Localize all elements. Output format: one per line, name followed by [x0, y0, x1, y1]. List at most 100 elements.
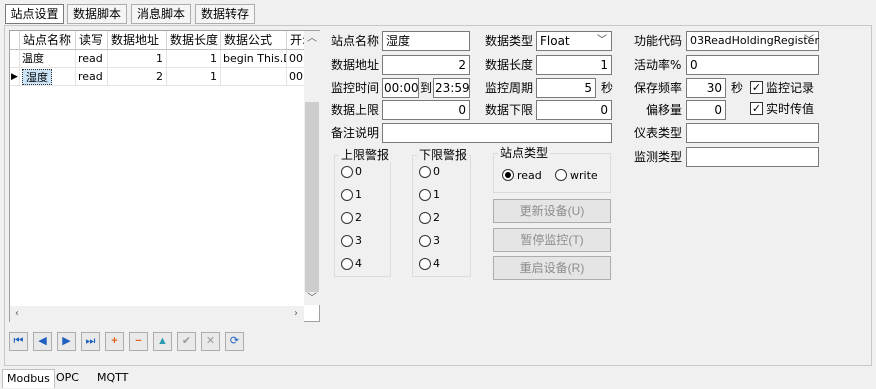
table-cell-formula[interactable]: [221, 68, 287, 86]
data-type-select[interactable]: Float ﹀: [536, 31, 612, 51]
upper-alarm-radio-4[interactable]: [341, 258, 353, 270]
edit-record-icon[interactable]: ▲: [153, 332, 172, 351]
station-name-label: 站点名称: [331, 34, 380, 48]
col-header-rw[interactable]: 读写: [76, 31, 108, 50]
restart-device-button[interactable]: 重启设备(R): [493, 256, 611, 280]
update-device-button[interactable]: 更新设备(U): [493, 199, 611, 223]
monitor-period-input[interactable]: 5: [536, 78, 596, 98]
upper-alarm-label-0: 0: [355, 165, 362, 178]
monitor-time-end-input[interactable]: 23:59: [433, 78, 470, 98]
activity-rate-input[interactable]: 0: [686, 55, 819, 75]
current-row-icon: ▶: [10, 68, 20, 86]
grid-horizontal-scrollbar[interactable]: [10, 306, 304, 322]
table-cell-address[interactable]: 2: [108, 68, 167, 86]
col-header-formula[interactable]: 数据公式: [221, 31, 287, 50]
data-address-input[interactable]: 2: [382, 55, 470, 75]
activity-rate-label: 活动率%: [634, 58, 682, 72]
realtime-label: 实时传值: [766, 102, 815, 116]
cancel-edit-icon[interactable]: ✕: [201, 332, 220, 351]
lower-alarm-label-1: 1: [433, 188, 440, 201]
table-cell-length[interactable]: 1: [167, 68, 221, 86]
detect-type-label: 监测类型: [634, 150, 683, 164]
table-cell-formula[interactable]: begin This.D: [221, 50, 287, 68]
data-length-label: 数据长度: [485, 58, 534, 72]
lower-alarm-label-4: 4: [433, 257, 440, 270]
data-type-value: Float: [540, 34, 570, 48]
scroll-down-icon[interactable]: ﹀: [305, 292, 319, 306]
tab-data-script[interactable]: 数据脚本: [67, 4, 127, 24]
col-header-name[interactable]: 站点名称: [20, 31, 76, 50]
tab-station-settings[interactable]: 站点设置: [5, 4, 64, 24]
save-freq-input[interactable]: 30: [686, 78, 726, 98]
lower-alarm-radio-4[interactable]: [419, 258, 431, 270]
row-indicator: [10, 50, 20, 68]
lower-alarm-radio-3[interactable]: [419, 235, 431, 247]
upper-alarm-radio-2[interactable]: [341, 212, 353, 224]
chevron-down-icon: ﹀: [804, 35, 814, 46]
station-type-read-radio[interactable]: [502, 169, 514, 181]
station-type-write-radio[interactable]: [555, 169, 567, 181]
table-cell-name[interactable]: 温度: [20, 50, 76, 68]
scroll-right-icon[interactable]: ›: [289, 307, 303, 321]
lower-alarm-radio-1[interactable]: [419, 189, 431, 201]
delete-record-icon[interactable]: −: [129, 332, 148, 351]
data-length-input[interactable]: 1: [536, 55, 612, 75]
station-type-title: 站点类型: [498, 146, 551, 160]
monitor-period-label: 监控周期: [485, 81, 534, 95]
next-record-icon[interactable]: ▶: [57, 332, 76, 351]
scroll-up-icon[interactable]: ︿: [305, 32, 319, 46]
detect-type-input[interactable]: [686, 147, 819, 167]
scrollbar-thumb[interactable]: [305, 102, 319, 292]
upper-alarm-radio-0[interactable]: [341, 166, 353, 178]
table-cell-length[interactable]: 1: [167, 50, 221, 68]
pause-monitor-button[interactable]: 暂停监控(T): [493, 228, 611, 252]
lower-alarm-label-3: 3: [433, 234, 440, 247]
table-cell-rw[interactable]: read: [76, 68, 108, 86]
meter-type-input[interactable]: [686, 123, 819, 143]
chevron-down-icon: ﹀: [597, 35, 607, 46]
tab-opc[interactable]: OPC: [52, 369, 83, 388]
col-header-address[interactable]: 数据地址: [108, 31, 167, 50]
function-code-select[interactable]: 03ReadHoldingRegister ﹀: [686, 31, 819, 51]
tab-modbus[interactable]: Modbus: [2, 369, 55, 388]
remark-input[interactable]: [382, 123, 612, 143]
tab-mqtt[interactable]: MQTT: [93, 369, 132, 388]
col-header-length[interactable]: 数据长度: [167, 31, 221, 50]
save-freq-label: 保存频率: [634, 81, 683, 95]
monitor-time-start-input[interactable]: 00:00: [382, 78, 419, 98]
refresh-icon[interactable]: ⟳: [225, 332, 244, 351]
tab-message-script[interactable]: 消息脚本: [131, 4, 191, 24]
lower-limit-input[interactable]: 0: [536, 100, 612, 120]
lower-alarm-radio-2[interactable]: [419, 212, 431, 224]
data-address-label: 数据地址: [331, 58, 380, 72]
monitor-period-unit: 秒: [601, 81, 614, 95]
grid-indicator-header: [10, 31, 20, 50]
tab-data-transfer[interactable]: 数据转存: [195, 4, 255, 24]
table-cell-rw[interactable]: read: [76, 50, 108, 68]
monitor-record-label: 监控记录: [766, 81, 815, 95]
table-cell-name[interactable]: 湿度: [20, 68, 76, 86]
station-name-input[interactable]: 湿度: [382, 31, 470, 51]
data-type-label: 数据类型: [485, 34, 534, 48]
save-freq-unit: 秒: [731, 81, 744, 95]
station-type-write-label: write: [570, 169, 598, 182]
monitor-time-to-label: 到: [420, 81, 433, 95]
upper-alarm-radio-3[interactable]: [341, 235, 353, 247]
prev-record-icon[interactable]: ◀: [33, 332, 52, 351]
table-cell-address[interactable]: 1: [108, 50, 167, 68]
add-record-icon[interactable]: +: [105, 332, 124, 351]
realtime-checkbox[interactable]: ✓: [750, 102, 763, 115]
post-record-icon[interactable]: ✔: [177, 332, 196, 351]
lower-alarm-radio-0[interactable]: [419, 166, 431, 178]
upper-alarm-radio-1[interactable]: [341, 189, 353, 201]
monitor-record-checkbox[interactable]: ✓: [750, 81, 763, 94]
upper-alarm-label-1: 1: [355, 188, 362, 201]
first-record-icon[interactable]: ⏮: [9, 332, 28, 351]
offset-input[interactable]: 0: [686, 100, 726, 120]
scroll-left-icon[interactable]: ‹: [10, 307, 24, 321]
upper-limit-input[interactable]: 0: [382, 100, 470, 120]
lower-alarm-label-2: 2: [433, 211, 440, 224]
lower-limit-label: 数据下限: [485, 103, 534, 117]
station-grid[interactable]: 站点名称 读写 数据地址 数据长度 数据公式 开: 温度 read 1 1 be…: [9, 30, 320, 322]
last-record-icon[interactable]: ⏭: [81, 332, 100, 351]
